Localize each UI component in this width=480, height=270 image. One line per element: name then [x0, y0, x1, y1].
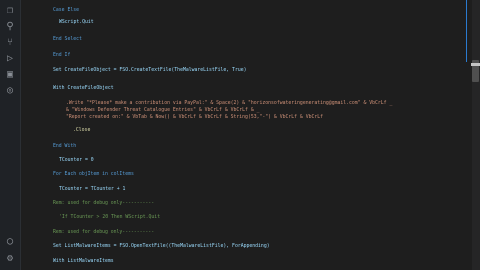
files-icon[interactable]: ❐ — [4, 5, 16, 17]
code-line: Case Else — [53, 8, 79, 13]
remote-icon[interactable]: ◎ — [4, 85, 16, 97]
code-line: Set CreateFileObject = FSO.CreateTextFil… — [53, 68, 247, 73]
code-line: End If — [53, 53, 71, 58]
run-debug-icon[interactable]: ▷ — [4, 53, 16, 65]
source-control-icon[interactable]: ⑂ — [4, 37, 16, 49]
code-line: For Each objItem in colItems — [53, 172, 134, 177]
activity-bar: ❐ ⚲ ⑂ ▷ ▣ ◎ ◯ ⚙ — [0, 0, 21, 270]
code-line: With CreateFileObject — [53, 86, 114, 91]
code-line: With ListMalwareItems — [53, 259, 114, 264]
code-editor[interactable]: Case Else WScript.Quit End Select End If… — [21, 0, 461, 270]
code-line: .Close — [73, 128, 91, 133]
code-line: TCounter = TCounter + 1 — [59, 187, 126, 192]
code-line: Rem: used for debug only----------- — [53, 201, 155, 206]
vertical-scrollbar[interactable] — [462, 0, 480, 270]
code-line: Set ListMalwareItems = FSO.OpenTextFile(… — [53, 244, 270, 249]
code-line: End Select — [53, 37, 82, 42]
extensions-icon[interactable]: ▣ — [4, 69, 16, 81]
code-line: & "Windows Defender Threat Catalogue Ent… — [66, 108, 260, 113]
gear-icon[interactable]: ⚙ — [4, 253, 16, 265]
code-line: "Report created on:" & VbTab & Now() & V… — [66, 115, 324, 120]
code-line: 'If TCounter > 20 Then WScript.Quit — [59, 215, 161, 220]
account-icon[interactable]: ◯ — [4, 236, 16, 248]
search-icon[interactable]: ⚲ — [4, 21, 16, 33]
code-line: WScript.Quit — [59, 20, 94, 25]
scroll-track[interactable] — [472, 0, 480, 270]
code-line: Rem: used for debug only----------- — [53, 230, 155, 235]
cursor-position-marker — [471, 63, 480, 66]
code-line: TCounter = 0 — [59, 158, 94, 163]
change-marker — [466, 0, 467, 62]
code-line: End With — [53, 144, 77, 149]
code-line: .Write "*Please* make a contribution via… — [66, 101, 393, 106]
